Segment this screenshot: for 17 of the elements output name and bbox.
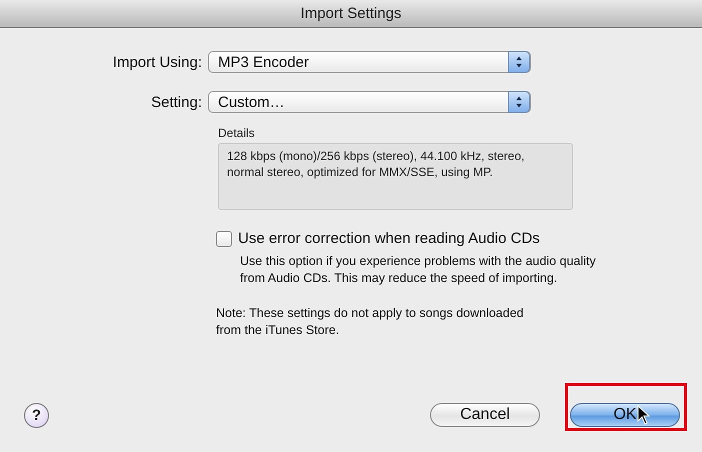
help-button[interactable]: ? [24, 402, 49, 428]
mouse-pointer-icon [637, 405, 650, 425]
field-label: Setting: [150, 94, 203, 110]
option-description: Use this option if you experience problems with the audio quality from Audio CDs. This may reduce the speed of importing. [240, 253, 597, 287]
field-label: Import Using: [112, 54, 203, 70]
stepper-arrows-icon [508, 91, 530, 113]
popup-menu[interactable]: MP3 Encoder [208, 51, 531, 73]
checkbox-label: Use error correction when reading Audio CDs [238, 230, 540, 247]
dialog-button[interactable]: OK [570, 403, 680, 427]
popup-menu[interactable]: Custom… [208, 91, 531, 113]
details-text: 128 kbps (mono)/256 kbps (stereo), 44.100 kHz, stereo, normal stereo, optimized for MMX/SSE, using MP. [218, 143, 573, 210]
stepper-arrows-icon [508, 51, 530, 73]
dialog-button[interactable]: Cancel [430, 403, 540, 427]
note-text: Note: These settings do not apply to songs downloaded from the iTunes Store. [216, 305, 525, 339]
window-title: Import Settings [0, 0, 702, 28]
details-label: Details [218, 126, 256, 140]
checkbox[interactable] [216, 230, 232, 246]
